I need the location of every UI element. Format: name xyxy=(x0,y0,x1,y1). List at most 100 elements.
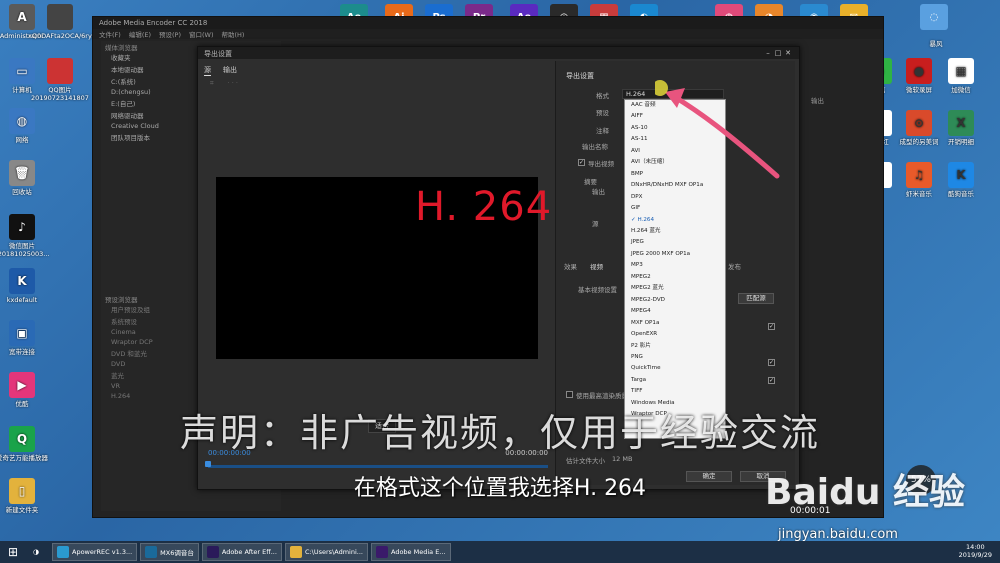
format-option[interactable]: MP3 xyxy=(625,260,725,271)
output-label: 输出 xyxy=(592,188,605,196)
menu-item[interactable]: 编辑(E) xyxy=(129,29,151,39)
basic-video-settings: 基本视频设置 xyxy=(578,286,617,294)
format-option[interactable]: MPEG2 xyxy=(625,272,725,283)
format-option[interactable]: MXF OP1a xyxy=(625,318,725,329)
app-icon: 🗑 xyxy=(9,160,35,186)
desktop-icon[interactable]: K 酷狗音乐 xyxy=(934,162,988,198)
tab-effects[interactable]: 效果 xyxy=(564,261,577,271)
desktop-icon[interactable]: ◍ 网络 xyxy=(0,108,54,144)
taskbar-item[interactable]: Adobe Media E... xyxy=(370,543,451,561)
source-label: 源 xyxy=(592,220,599,228)
app-icon: X xyxy=(948,110,974,136)
menu-item[interactable]: 帮助(H) xyxy=(222,29,245,39)
arrow-shaft xyxy=(670,93,780,179)
menu-item[interactable]: 预设(P) xyxy=(159,29,181,39)
format-option[interactable]: DPX xyxy=(625,192,725,203)
desktop-icon[interactable]: QQ图片20190723141807 xyxy=(28,58,92,102)
desktop-icon[interactable]: 🗑 回收站 xyxy=(0,160,54,196)
app-icon: ⊙ xyxy=(906,110,932,136)
app-icon: ● xyxy=(906,58,932,84)
comment-label: 注释 xyxy=(596,127,609,135)
clock-date: 2019/9/29 xyxy=(958,551,992,559)
export-video-checkbox[interactable]: ✓ xyxy=(578,159,585,166)
toolbar-placeholder: · · · xyxy=(227,79,239,87)
dialog-titlebar: 导出设置 – □ ✕ xyxy=(198,47,799,59)
desktop-icon[interactable]: xQ0DAFta2OCA/6ryA8f... xyxy=(28,4,108,40)
output-column-label: 输出 xyxy=(811,97,824,105)
format-option[interactable]: ✓ H.264 xyxy=(625,215,725,226)
taskbar-item-label: MX6调音台 xyxy=(160,549,194,557)
setting-checkbox-1[interactable]: ✓ xyxy=(768,323,775,330)
start-button[interactable]: ⊞ xyxy=(0,541,26,563)
taskbar-app-icon xyxy=(375,546,388,558)
system-clock[interactable]: 14:00 2019/9/29 xyxy=(959,543,992,559)
format-option[interactable]: GIF xyxy=(625,203,725,214)
pinned-app-icon[interactable]: ◑ xyxy=(26,543,46,561)
app-icon: ▣ xyxy=(9,320,35,346)
tab-output[interactable]: 输出 xyxy=(223,65,237,76)
tab-source[interactable]: 源 xyxy=(204,65,211,76)
format-option[interactable]: PNG xyxy=(625,352,725,363)
maximize-icon[interactable]: □ xyxy=(773,49,783,57)
taskbar-item[interactable]: C:\Users\Admini... xyxy=(284,543,368,561)
source-output-tabs: 源 输出 xyxy=(204,65,237,76)
tab-video[interactable]: 视频 xyxy=(590,261,603,271)
watermark-url: jingyan.baidu.com xyxy=(778,527,898,542)
format-option[interactable]: MPEG2-DVD xyxy=(625,295,725,306)
taskbar-item[interactable]: ApowerREC v1.3... xyxy=(52,543,138,561)
desktop-icon[interactable]: ▣ 宽带连接 xyxy=(0,320,54,356)
format-option[interactable]: H.264 蓝光 xyxy=(625,226,725,237)
taskbar-item-label: Adobe Media E... xyxy=(390,548,446,556)
desktop-icon-label: 回收站 xyxy=(12,188,32,196)
format-option[interactable]: Targa xyxy=(625,375,725,386)
export-video-label: 导出视频 xyxy=(588,160,614,168)
match-source-button[interactable]: 匹配源 xyxy=(738,293,774,304)
format-option[interactable]: QuickTime xyxy=(625,363,725,374)
format-option[interactable]: MPEG2 蓝光 xyxy=(625,283,725,294)
app-icon xyxy=(47,4,73,30)
taskbar-item[interactable]: MX6调音台 xyxy=(140,543,199,561)
disclaimer-subtitle: 声明：非广告视频，仅用于经验交流 xyxy=(179,411,820,455)
desktop-icon-label: 加微信 xyxy=(951,86,971,94)
desktop-icon[interactable]: Kkxdefault xyxy=(0,268,54,304)
format-option[interactable]: MPEG4 xyxy=(625,306,725,317)
app-icon: ▦ xyxy=(948,58,974,84)
desktop-icon-label: 微信图片_20181025003... xyxy=(0,242,50,258)
format-option[interactable]: JPEG 2000 MXF OP1a xyxy=(625,249,725,260)
menu-item[interactable]: 窗口(W) xyxy=(189,29,214,39)
arrow-head xyxy=(665,88,685,108)
close-icon[interactable]: ✕ xyxy=(783,49,793,57)
format-option[interactable]: JPEG xyxy=(625,237,725,248)
setting-checkbox-3[interactable]: ✓ xyxy=(768,377,775,384)
preset-label: 预设 xyxy=(596,109,609,117)
taskbar-item-label: ApowerREC v1.3... xyxy=(72,548,133,556)
desktop-icon[interactable]: ♪ 微信图片_20181025003... xyxy=(0,214,54,258)
timeline-track[interactable] xyxy=(208,465,548,468)
desktop-icon[interactable]: ▦ 加微信 xyxy=(934,58,988,94)
format-option[interactable]: TIFF xyxy=(625,386,725,397)
format-option[interactable]: OpenEXR xyxy=(625,329,725,340)
desktop-icon[interactable]: X 开销明细 xyxy=(934,110,988,146)
tab-publish[interactable]: 发布 xyxy=(728,261,741,271)
format-option[interactable]: P2 影片 xyxy=(625,341,725,352)
minimize-icon[interactable]: – xyxy=(763,49,773,57)
h264-overlay-text: H. 264 xyxy=(415,184,553,230)
crop-toolbar: ⌗ · · · xyxy=(210,79,238,88)
desktop-icon-label: kxdefault xyxy=(6,296,38,304)
taskbar-app-icon xyxy=(289,546,302,558)
menu-item[interactable]: 文件(F) xyxy=(99,29,121,39)
taskbar-app-icon xyxy=(206,546,219,558)
pink-arrow-annotation xyxy=(655,80,780,179)
top-app-icon[interactable]: ◌ xyxy=(920,4,948,30)
max-quality-checkbox[interactable] xyxy=(566,391,573,398)
dialog-title: 导出设置 xyxy=(204,50,232,58)
setting-checkbox-2[interactable]: ✓ xyxy=(768,359,775,366)
playhead-handle[interactable] xyxy=(205,461,211,467)
taskbar-items: ApowerREC v1.3... MX6调音台 Adobe After Eff..… xyxy=(52,543,454,561)
taskbar-item-label: C:\Users\Admini... xyxy=(304,548,363,556)
crop-icon[interactable]: ⌗ xyxy=(210,79,214,88)
taskbar-item[interactable]: Adobe After Eff... xyxy=(201,543,282,561)
max-quality-label: 使用最高渲染质量 xyxy=(576,392,628,400)
app-icon: ◍ xyxy=(9,108,35,134)
desktop-icon-label: 网络 xyxy=(15,136,29,144)
